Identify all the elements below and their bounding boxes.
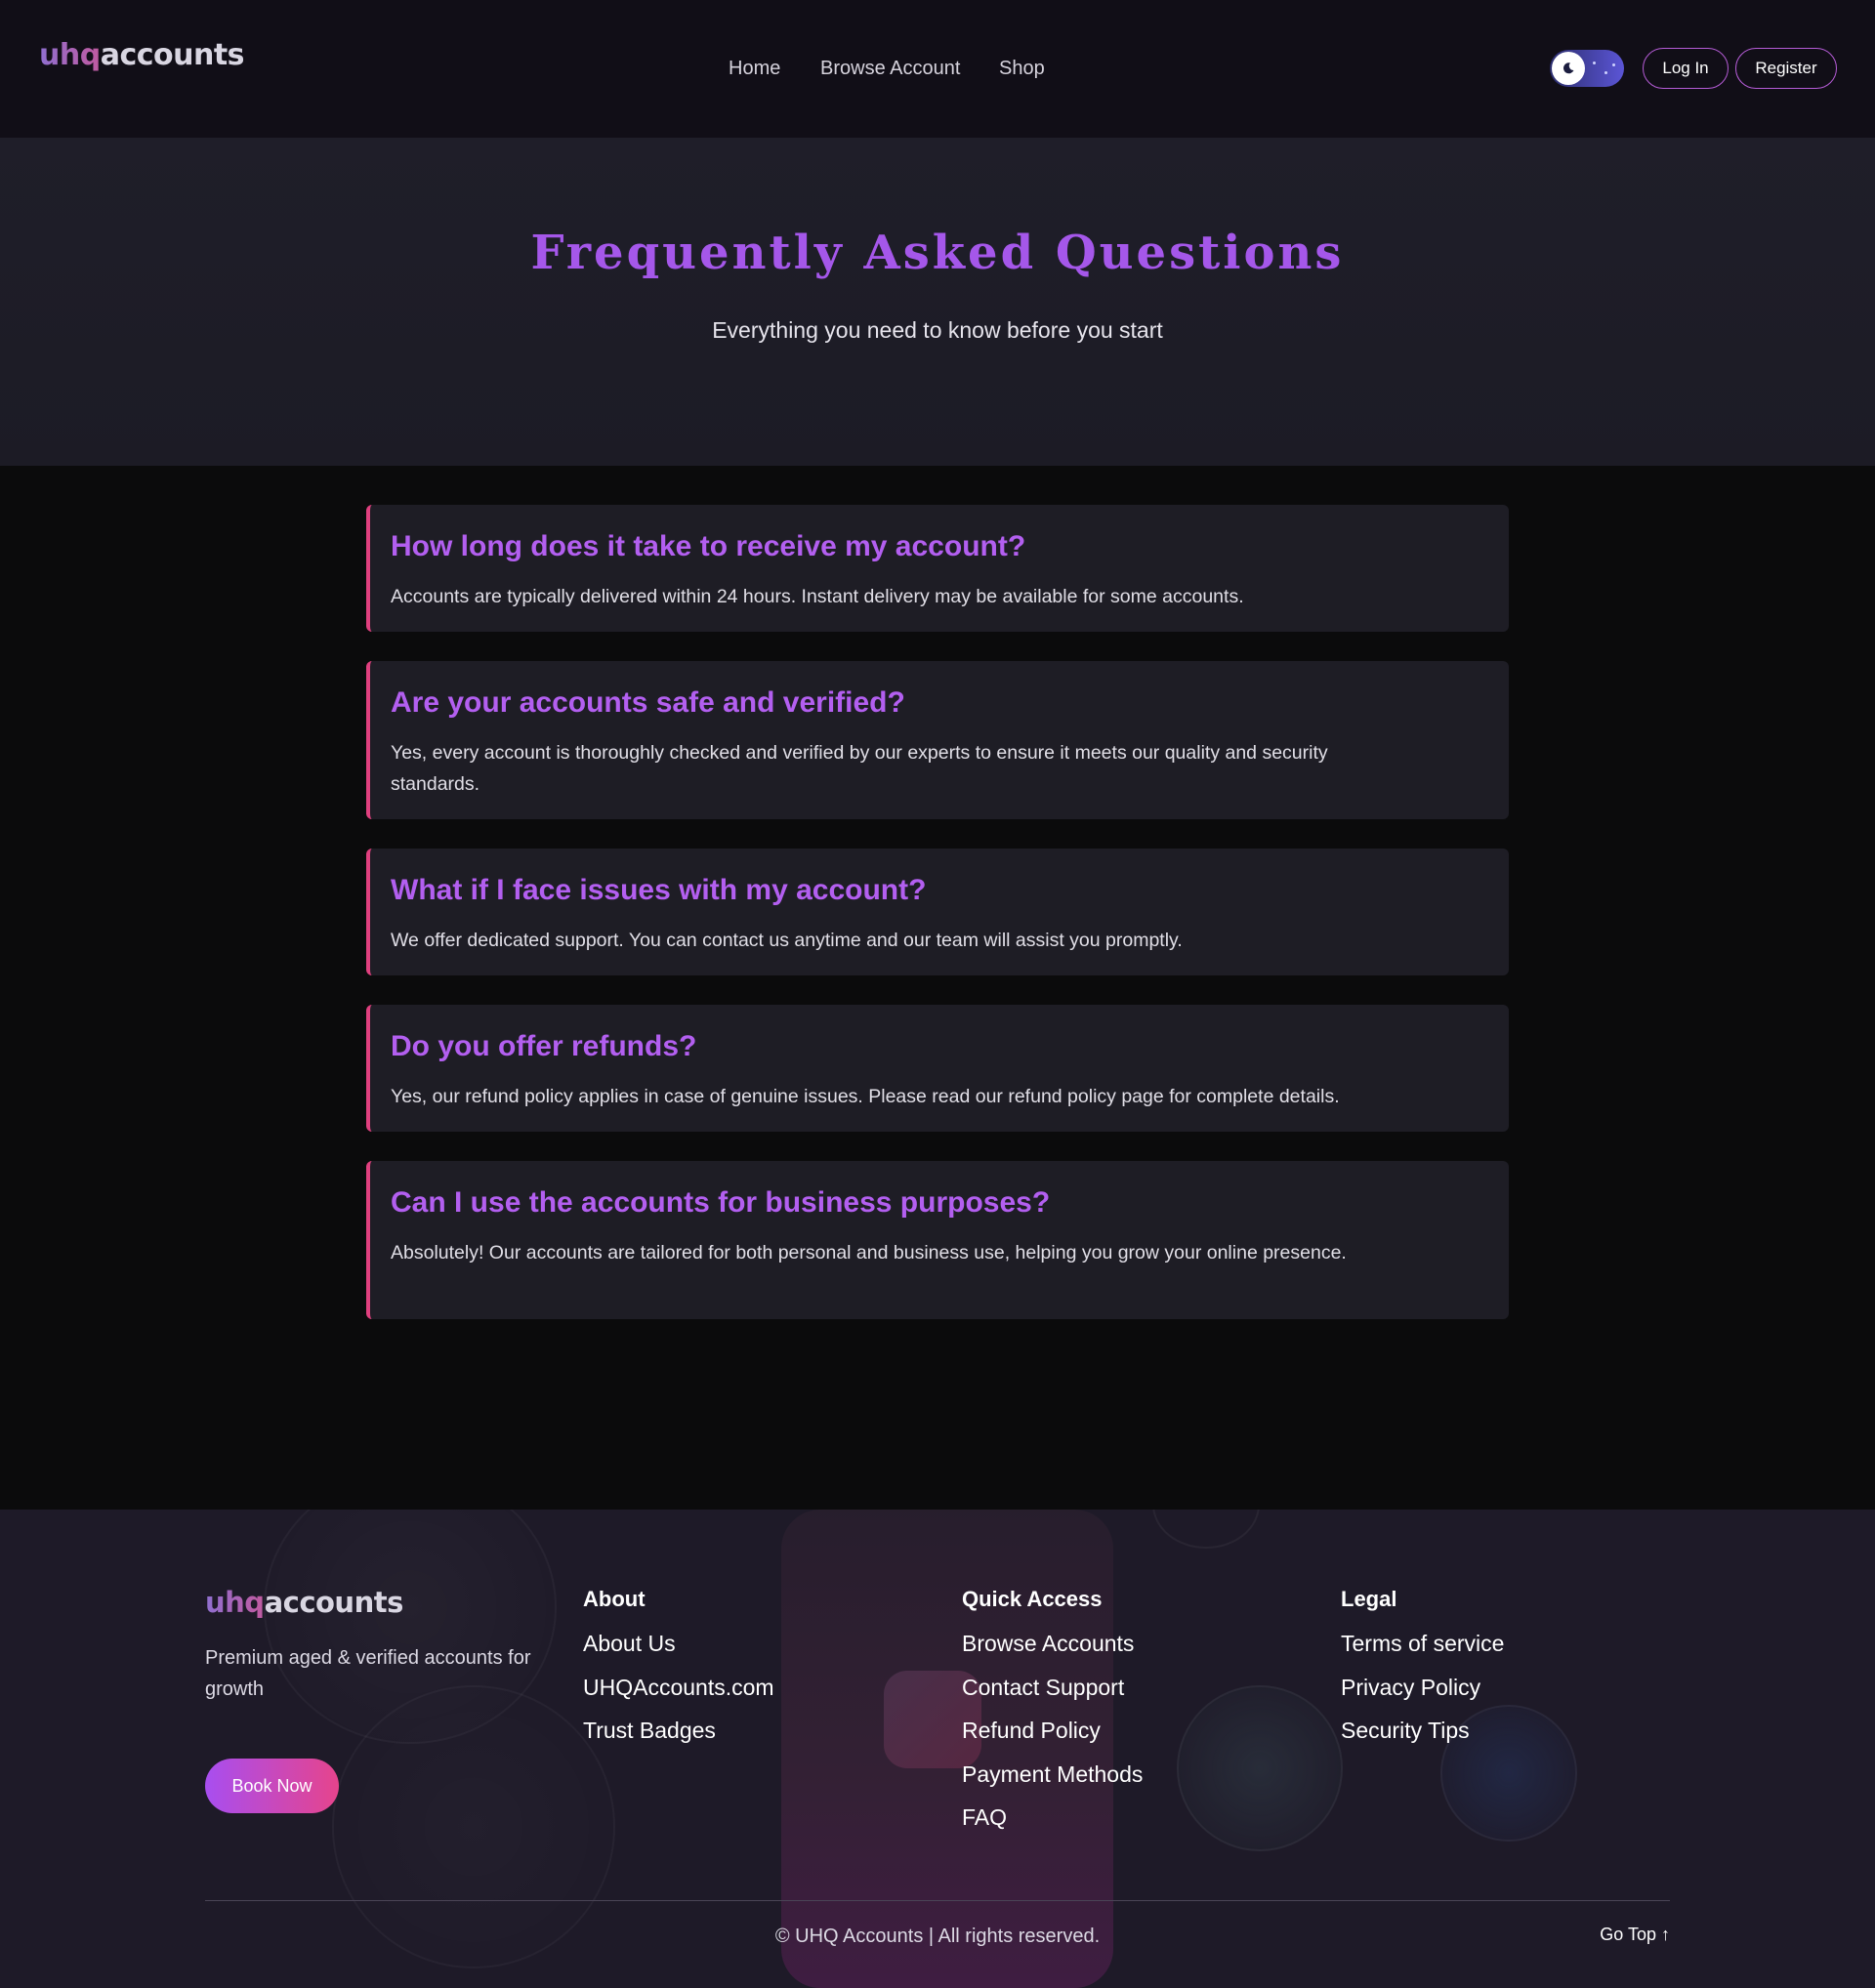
- nav-shop[interactable]: Shop: [999, 55, 1045, 82]
- footer-link-about-us[interactable]: About Us: [583, 1629, 774, 1658]
- register-button[interactable]: Register: [1735, 48, 1837, 89]
- footer-link-payment-methods[interactable]: Payment Methods: [962, 1760, 1143, 1789]
- page-subtitle: Everything you need to know before you s…: [712, 317, 1163, 343]
- faq-answer: Absolutely! Our accounts are tailored fo…: [391, 1242, 1347, 1263]
- star-dot: [1593, 62, 1596, 64]
- nav-browse-account[interactable]: Browse Account: [820, 55, 960, 82]
- faq-item[interactable]: What if I face issues with my account? W…: [366, 849, 1509, 975]
- footer-logo[interactable]: uhqaccounts: [205, 1584, 403, 1621]
- footer-link-privacy[interactable]: Privacy Policy: [1341, 1673, 1504, 1702]
- logo-uhq: uhq: [205, 1586, 265, 1619]
- toggle-knob: [1552, 52, 1585, 85]
- go-top-link[interactable]: Go Top ↑: [1600, 1922, 1670, 1947]
- copyright-text: © UHQ Accounts | All rights reserved.: [774, 1926, 1101, 1947]
- faq-question: How long does it take to receive my acco…: [391, 530, 1026, 562]
- faq-answer: We offer dedicated support. You can cont…: [391, 930, 1183, 951]
- footer-link-contact-support[interactable]: Contact Support: [962, 1673, 1143, 1702]
- page-title: Frequently Asked Questions: [530, 226, 1345, 280]
- footer-quick-access-heading: Quick Access: [962, 1587, 1103, 1611]
- logo-accounts: accounts: [264, 1586, 404, 1619]
- footer-quick-access-column: Quick Access Browse Accounts Contact Sup…: [962, 1586, 1143, 1846]
- faq-item[interactable]: Are your accounts safe and verified? Yes…: [366, 661, 1509, 819]
- footer-link-faq[interactable]: FAQ: [962, 1802, 1143, 1832]
- footer-link-trust-badges[interactable]: Trust Badges: [583, 1716, 774, 1745]
- star-dot: [1612, 63, 1615, 66]
- footer-link-browse-accounts[interactable]: Browse Accounts: [962, 1629, 1143, 1658]
- moon-icon: [1562, 62, 1574, 74]
- footer-about-heading: About: [583, 1587, 646, 1611]
- nav-home[interactable]: Home: [729, 55, 780, 82]
- star-dot: [1604, 71, 1607, 74]
- site-footer: uhqaccounts Premium aged & verified acco…: [0, 1510, 1875, 1988]
- faq-item[interactable]: Can I use the accounts for business purp…: [366, 1161, 1509, 1319]
- site-header: uhqaccounts Home Browse Account Shop Log…: [0, 0, 1875, 138]
- faq-question: Are your accounts safe and verified?: [391, 686, 905, 719]
- faq-answer: Yes, every account is thoroughly checked…: [391, 742, 1328, 795]
- footer-legal-column: Legal Terms of service Privacy Policy Se…: [1341, 1586, 1504, 1760]
- faq-item[interactable]: Do you offer refunds? Yes, our refund po…: [366, 1005, 1509, 1132]
- footer-tagline: Premium aged & verified accounts for gro…: [205, 1647, 531, 1700]
- book-now-button[interactable]: Book Now: [205, 1759, 339, 1813]
- bubble-decoration: [1177, 1685, 1343, 1851]
- faq-hero: Frequently Asked Questions Everything yo…: [0, 138, 1875, 466]
- theme-toggle[interactable]: [1550, 50, 1624, 87]
- faq-question: Can I use the accounts for business purp…: [391, 1186, 1051, 1219]
- footer-link-refund-policy[interactable]: Refund Policy: [962, 1716, 1143, 1745]
- footer-link-uhqaccounts[interactable]: UHQAccounts.com: [583, 1673, 774, 1702]
- footer-divider: [205, 1900, 1670, 1901]
- footer-link-terms[interactable]: Terms of service: [1341, 1629, 1504, 1658]
- footer-link-security-tips[interactable]: Security Tips: [1341, 1716, 1504, 1745]
- bubble-decoration: [1152, 1510, 1260, 1549]
- faq-answer: Accounts are typically delivered within …: [391, 586, 1244, 607]
- faq-item[interactable]: How long does it take to receive my acco…: [366, 505, 1509, 632]
- faq-question: What if I face issues with my account?: [391, 874, 927, 906]
- login-button[interactable]: Log In: [1643, 48, 1729, 89]
- footer-legal-heading: Legal: [1341, 1587, 1397, 1611]
- footer-about-column: About About Us UHQAccounts.com Trust Bad…: [583, 1586, 774, 1760]
- faq-question: Do you offer refunds?: [391, 1030, 697, 1062]
- faq-answer: Yes, our refund policy applies in case o…: [391, 1086, 1340, 1107]
